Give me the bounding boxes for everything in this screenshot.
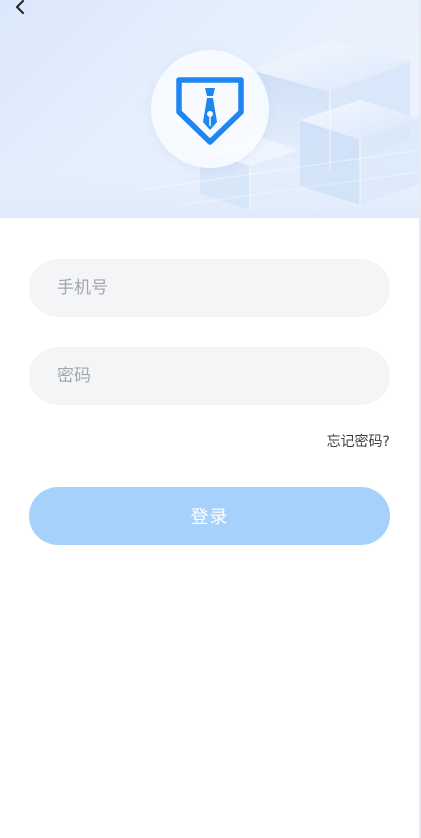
back-button[interactable] xyxy=(8,0,32,18)
login-button[interactable]: 登录 xyxy=(29,487,390,545)
header-banner xyxy=(0,0,419,218)
password-input[interactable] xyxy=(29,347,390,405)
forgot-password-link[interactable]: 忘记密码? xyxy=(327,431,390,451)
phone-input[interactable] xyxy=(29,259,390,317)
login-page: 忘记密码? 登录 xyxy=(0,0,421,838)
chevron-left-icon xyxy=(16,0,24,14)
app-logo xyxy=(151,50,269,168)
pen-nib-tie-icon xyxy=(176,77,244,145)
